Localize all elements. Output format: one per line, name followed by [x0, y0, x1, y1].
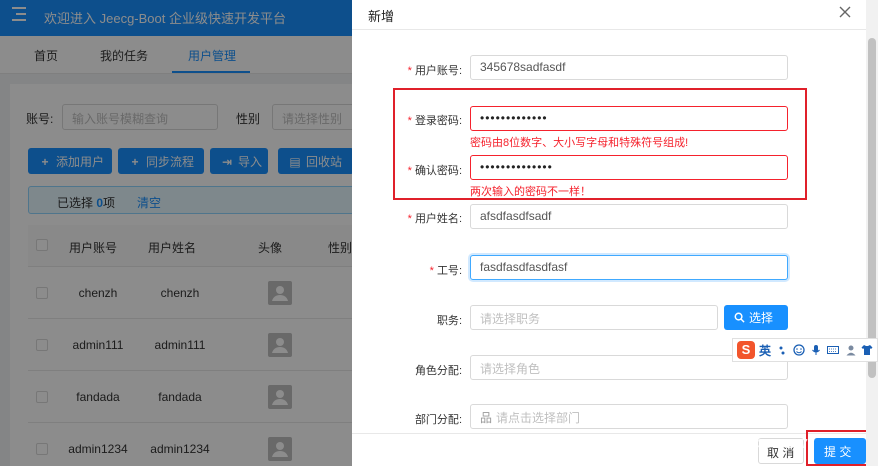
ime-toolbar: S 英 — [732, 338, 878, 362]
depart-label: 部门分配: — [414, 414, 462, 426]
select-post-button[interactable]: 选择 — [724, 305, 788, 330]
add-user-modal: 新增 * 用户账号: 345678sadfasdf * 登录密码: ••••••••… — [352, 0, 878, 466]
close-icon[interactable] — [838, 5, 852, 19]
username-field[interactable]: 345678sadfasdf — [470, 55, 788, 80]
skin-shirt-icon[interactable] — [861, 344, 873, 356]
modal-header: 新增 — [352, 0, 866, 30]
search-icon — [734, 312, 745, 323]
submit-highlight-annotation — [806, 430, 874, 466]
keyboard-icon[interactable] — [827, 344, 839, 356]
post-label: 职务: — [436, 315, 462, 327]
username-label: * 用户账号: — [407, 65, 462, 77]
watermark: https://blog.csdn.net/weixin_38882877 — [594, 436, 816, 451]
emoji-icon[interactable] — [793, 344, 805, 356]
user-settings-icon[interactable] — [845, 344, 857, 356]
realname-label: * 用户姓名: — [407, 213, 462, 225]
cluster-icon: 品 — [480, 411, 493, 425]
depart-select[interactable]: 品请点击选择部门 — [470, 404, 788, 429]
ime-mode-indicator[interactable]: 英 — [759, 342, 771, 359]
sogou-logo-icon[interactable]: S — [737, 341, 755, 359]
scrollbar-thumb[interactable] — [868, 38, 876, 378]
roles-label: 角色分配: — [414, 365, 462, 377]
punctuation-icon[interactable] — [777, 344, 789, 356]
post-select[interactable]: 请选择职务 — [470, 305, 718, 330]
work-no-field[interactable]: fasdfasdfasdfasf — [470, 255, 788, 280]
work-no-label: * 工号: — [429, 265, 462, 277]
modal-scrollbar[interactable] — [866, 0, 878, 466]
microphone-icon[interactable] — [810, 344, 822, 356]
error-highlight-annotation — [393, 88, 807, 200]
modal-title: 新增 — [368, 9, 395, 24]
realname-field[interactable]: afsdfasdfsadf — [470, 204, 788, 229]
